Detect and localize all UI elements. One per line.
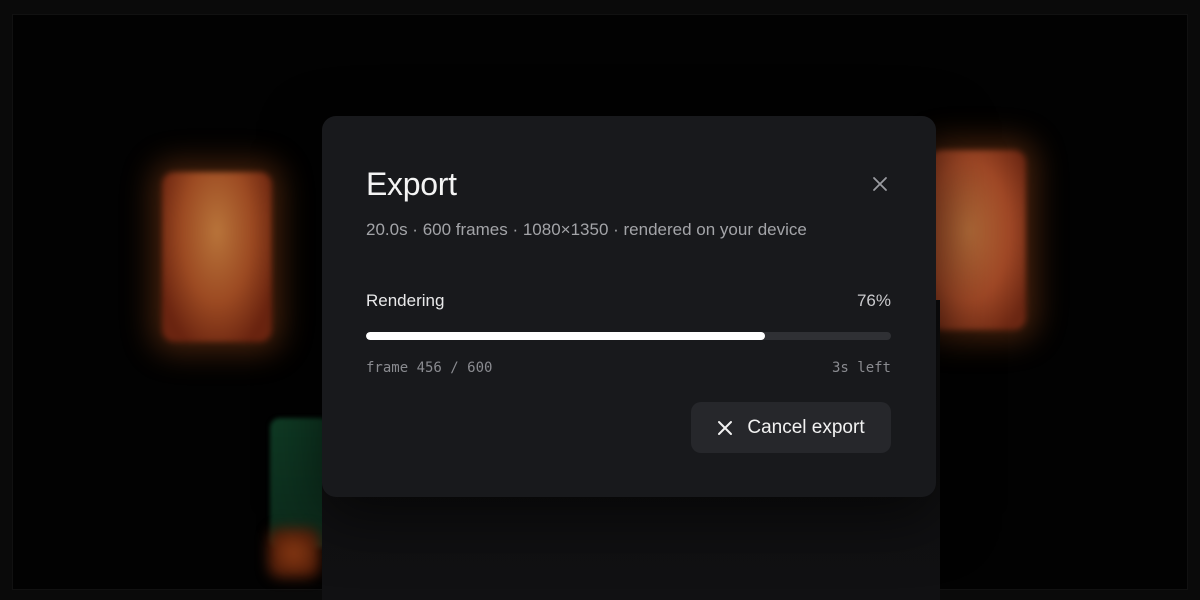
progress-label: Rendering [366, 291, 445, 310]
progress-percent: 76% [856, 291, 891, 310]
background-clip-thumbnail [162, 172, 272, 342]
dialog-title: Export [366, 166, 457, 202]
progress-bar-fill [366, 332, 765, 340]
export-dialog: Export 20.0s · 600 frames · 1080×1350 · … [322, 116, 936, 497]
background-clip-thumbnail [930, 150, 1026, 330]
close-button[interactable] [866, 170, 894, 198]
time-remaining: 3s left [831, 360, 891, 376]
cancel-export-button[interactable]: Cancel export [691, 402, 891, 453]
close-icon [718, 420, 733, 435]
close-icon [873, 177, 887, 191]
cancel-export-label: Cancel export [747, 416, 865, 438]
export-details: 20.0s · 600 frames · 1080×1350 · rendere… [366, 220, 807, 239]
frame-counter: frame 456 / 600 [366, 360, 493, 376]
background-clip-thumbnail [268, 528, 320, 578]
progress-bar [366, 332, 891, 340]
